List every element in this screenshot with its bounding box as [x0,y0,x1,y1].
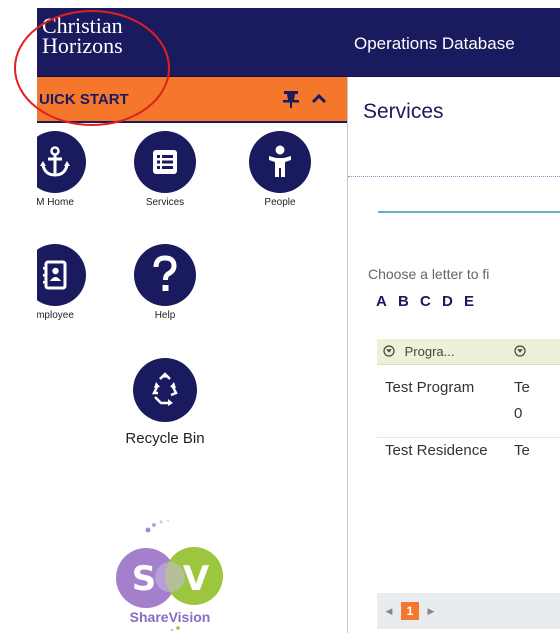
tile-home[interactable]: M Home [37,131,95,208]
tile-help[interactable]: Help [125,244,205,321]
column-program-label: Progra... [404,344,455,359]
page-title: Services [363,100,444,123]
tile-help-circle [134,244,196,306]
tile-services-label: Services [145,197,185,208]
sharevision-v-letter: V [183,559,210,599]
tile-help-label: Help [154,310,176,321]
app-title: Operations Database [354,34,515,53]
cell-second: Te [514,442,530,459]
cell-program-name[interactable]: Test Program [385,375,505,401]
filter-icon[interactable] [514,345,526,357]
cell-second: Te 0 [514,375,530,427]
tile-employee-label: mployee [37,310,74,321]
tab-indicator [378,211,560,213]
anchor-icon [40,146,70,177]
letter-d[interactable]: D [442,293,458,310]
top-strip [0,0,560,8]
quick-start-label: UICK START [39,91,129,108]
letter-filter: ABCDE [376,293,486,311]
tile-employee[interactable]: mployee [37,244,95,321]
app-header: Christian Horizons Operations Database [37,8,560,77]
pager: ◀ 1 ▶ [377,593,560,629]
christian-horizons-logo[interactable]: Christian Horizons [42,15,123,58]
letter-b[interactable]: B [398,293,414,310]
pin-icon[interactable] [281,89,301,109]
title-divider [348,176,560,177]
tile-home-circle [37,131,86,193]
quick-start-header[interactable]: UICK START [37,77,347,123]
table-row[interactable]: Test Residence Te [377,438,560,500]
chevron-up-icon[interactable] [309,89,329,109]
cell-second-line2: 0 [514,405,523,422]
tile-people[interactable]: People [240,131,320,208]
cell-program-name[interactable]: Test Residence [385,438,505,464]
app-frame: Christian Horizons Operations Database U… [37,8,560,633]
column-second[interactable] [514,344,526,359]
contact-book-icon [43,260,67,290]
recycle-icon [151,372,178,406]
table-row[interactable]: Test Program Te 0 [377,375,560,438]
letter-c[interactable]: C [420,293,436,310]
list-icon [153,150,177,174]
person-icon [269,145,291,177]
filter-icon[interactable] [383,345,395,357]
letter-e[interactable]: E [464,293,480,310]
sharevision-logo: S V ShareVision [116,519,223,631]
filter-prompt: Choose a letter to fi [368,266,490,282]
column-program[interactable]: Progra... [383,344,454,359]
quick-start-panel: UICK START M Home Services People mploye… [37,77,348,633]
tile-employee-circle [37,244,86,306]
tile-recycle-bin-label: Recycle Bin [125,430,205,447]
tile-services[interactable]: Services [125,131,205,208]
tile-home-label: M Home [37,197,74,208]
tile-services-circle [134,131,196,193]
main-content: Services Choose a letter to fi ABCDE Pro… [348,77,560,633]
grid-header: Progra... [377,339,560,365]
page-1-button[interactable]: 1 [401,602,419,620]
tile-recycle-bin[interactable]: Recycle Bin [105,358,225,447]
prev-page-button[interactable]: ◀ [381,603,397,619]
cell-second-line1: Te [514,379,530,396]
next-page-button[interactable]: ▶ [423,603,439,619]
tile-people-label: People [264,197,296,208]
logo-line2: Horizons [42,33,123,58]
sharevision-s-letter: S [132,559,157,599]
letter-a[interactable]: A [376,293,392,310]
tile-people-circle [249,131,311,193]
tile-recycle-bin-circle [133,358,197,422]
question-icon [153,255,177,291]
sharevision-label: ShareVision [130,609,211,625]
